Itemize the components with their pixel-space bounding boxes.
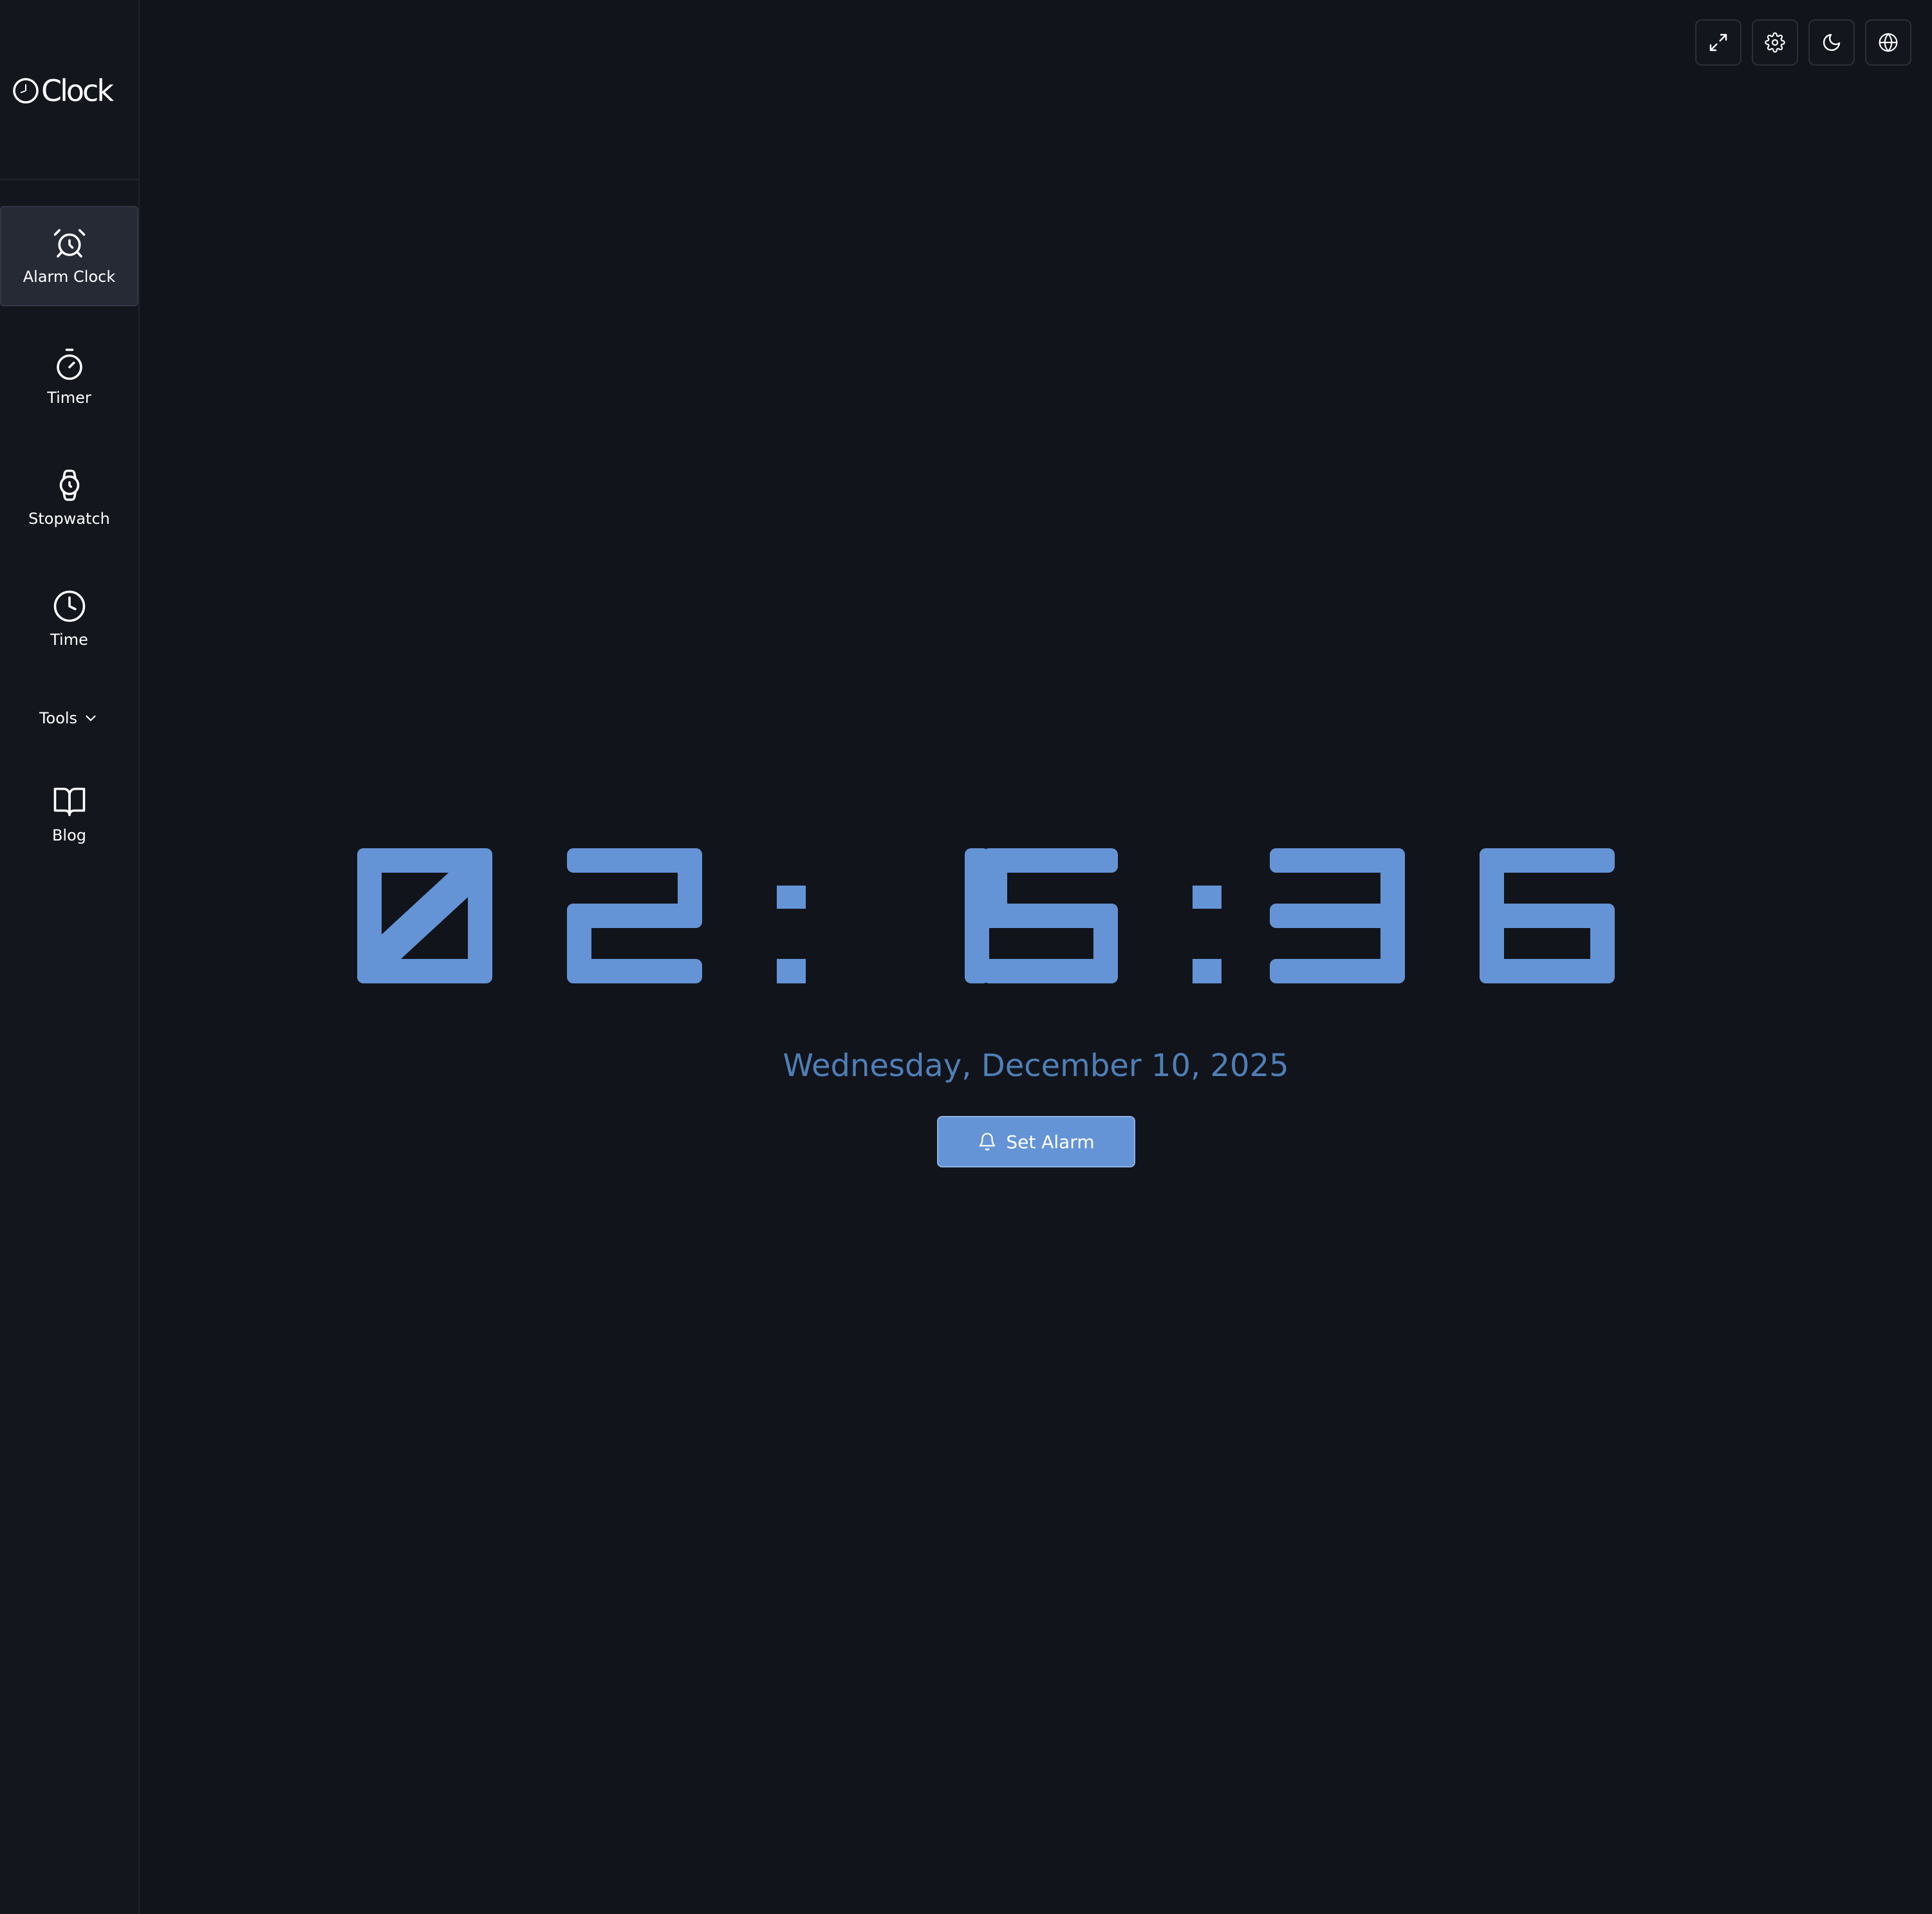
colon-dot xyxy=(1193,886,1221,909)
clock-digit-6 xyxy=(1480,848,1615,983)
clock-digit-3 xyxy=(1270,848,1405,983)
sidebar-item-alarm-clock[interactable]: Alarm Clock xyxy=(0,206,138,306)
sidebar: Clock Alarm Clock Timer Stopwatch Time T… xyxy=(0,0,140,1914)
sidebar-item-stopwatch[interactable]: Stopwatch xyxy=(0,448,138,548)
digit-segment xyxy=(567,959,702,983)
clock-digit-0 xyxy=(357,848,492,983)
clock-colon xyxy=(1193,886,1221,983)
sidebar-item-timer[interactable]: Timer xyxy=(0,327,138,427)
expand-icon xyxy=(1709,33,1727,51)
settings-button[interactable] xyxy=(1752,19,1798,66)
bell-icon xyxy=(979,1133,996,1151)
sidebar-item-label: Stopwatch xyxy=(28,510,110,528)
language-button[interactable] xyxy=(1865,19,1911,66)
logo-clock-icon xyxy=(13,78,39,104)
sidebar-item-label: Blog xyxy=(51,826,87,844)
chevron-down-icon xyxy=(86,715,96,721)
digital-clock xyxy=(351,848,1670,996)
theme-toggle-button[interactable] xyxy=(1808,19,1855,66)
set-alarm-label: Set Alarm xyxy=(1006,1131,1095,1153)
timer-icon xyxy=(56,348,82,380)
clock-digit-2 xyxy=(567,848,702,983)
clock-digit-5 xyxy=(983,848,1118,983)
digit-segment xyxy=(1590,904,1615,983)
sidebar-item-label: Tools xyxy=(39,709,78,727)
gear-icon xyxy=(1765,32,1785,53)
colon-dot xyxy=(777,959,806,983)
top-toolbar xyxy=(1685,19,1911,66)
sidebar-item-blog[interactable]: Blog xyxy=(0,765,138,865)
current-date: Wednesday, December 10, 2025 xyxy=(783,1048,1289,1084)
digit-segment xyxy=(1270,959,1405,983)
clock-app: Clock Alarm Clock Timer Stopwatch Time T… xyxy=(0,0,1932,1914)
logo[interactable]: Clock xyxy=(12,71,114,111)
stopwatch-icon xyxy=(59,469,79,501)
colon-dot xyxy=(1193,959,1221,983)
fullscreen-button[interactable] xyxy=(1695,19,1742,66)
moon-icon xyxy=(1823,33,1841,51)
digit-segment xyxy=(983,959,1118,983)
clock-icon xyxy=(53,590,85,622)
digit-segment xyxy=(357,848,382,928)
colon-dot xyxy=(777,886,806,909)
sidebar-divider xyxy=(0,179,138,180)
sidebar-item-tools[interactable]: Tools xyxy=(0,701,138,735)
clock-display xyxy=(357,848,1615,983)
set-alarm-button[interactable]: Set Alarm xyxy=(937,1116,1135,1167)
sidebar-item-label: Time xyxy=(50,631,88,649)
sidebar-item-label: Timer xyxy=(47,389,91,407)
logo-text: Clock xyxy=(41,73,114,108)
clock-colon xyxy=(777,886,806,983)
sidebar-item-label: Alarm Clock xyxy=(23,268,116,286)
zero-slash xyxy=(382,873,468,959)
alarm-clock-icon xyxy=(53,228,85,258)
book-icon xyxy=(53,787,85,817)
globe-icon xyxy=(1879,33,1898,52)
sidebar-item-time[interactable]: Time xyxy=(0,569,138,669)
